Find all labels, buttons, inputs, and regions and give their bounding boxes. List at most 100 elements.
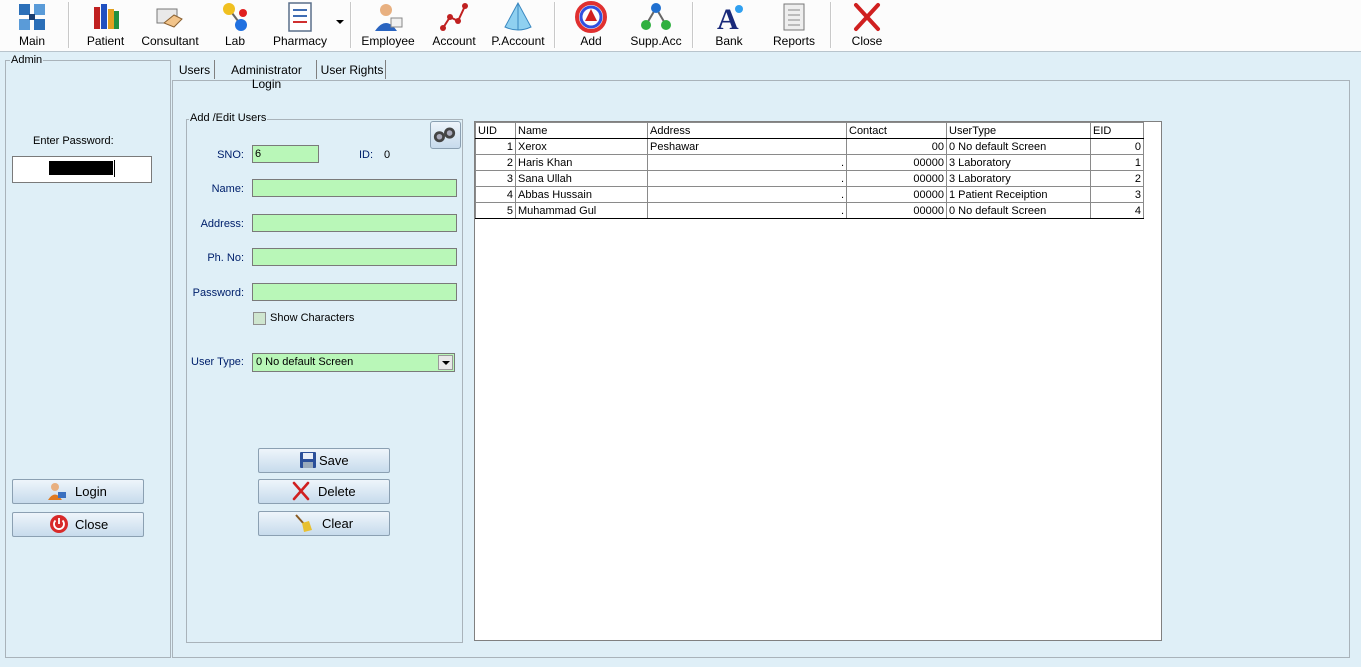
user-type-select[interactable]: 0 No default Screen xyxy=(252,353,455,372)
toolbar-employee-button[interactable]: Employee xyxy=(358,0,418,51)
tab-user-rights[interactable]: User Rights xyxy=(319,60,386,79)
cell-contact: 00000 xyxy=(846,154,947,171)
checklist-icon xyxy=(288,2,312,32)
toolbar-close-label: Close xyxy=(851,34,883,48)
toolbar-close-button[interactable]: Close xyxy=(842,0,892,51)
show-characters-checkbox[interactable] xyxy=(253,312,266,325)
column-header-uid[interactable]: UID xyxy=(475,122,516,139)
column-header-contact[interactable]: Contact xyxy=(846,122,947,139)
address-label: Address: xyxy=(200,218,244,230)
tab-user-rights-label: User Rights xyxy=(320,63,384,77)
cell-usertype: 0 No default Screen xyxy=(946,202,1091,219)
pharmacy-dropdown-arrow-icon[interactable] xyxy=(336,20,344,24)
table-row[interactable]: 2 Haris Khan . 00000 3 Laboratory 1 xyxy=(475,154,1144,171)
tab-administrator-login[interactable]: Administrator Login xyxy=(217,60,317,91)
cell-name: Muhammad Gul xyxy=(515,202,648,219)
toolbar-suppacc-button[interactable]: Supp.Acc xyxy=(626,0,686,51)
toolbar-add-label: Add xyxy=(580,34,602,48)
binoculars-icon xyxy=(433,127,456,143)
toolbar-separator xyxy=(692,2,694,48)
toolbar-bank-button[interactable]: A Bank xyxy=(704,0,754,51)
cell-address: . xyxy=(647,154,847,171)
toolbar-consultant-label: Consultant xyxy=(141,34,199,48)
id-value: 0 xyxy=(384,149,391,161)
toolbar-separator xyxy=(350,2,352,48)
table-row[interactable]: 4 Abbas Hussain . 00000 1 Patient Receip… xyxy=(475,186,1144,203)
cell-uid: 5 xyxy=(475,202,516,219)
table-row[interactable]: 3 Sana Ullah . 00000 3 Laboratory 2 xyxy=(475,170,1144,187)
font-a-icon: A xyxy=(717,3,743,33)
delete-button[interactable]: Delete xyxy=(258,479,390,504)
find-user-button[interactable] xyxy=(430,121,461,149)
cell-eid: 2 xyxy=(1090,170,1144,187)
toolbar-pharmacy-button[interactable]: Pharmacy xyxy=(268,0,332,51)
toolbar-account-label: Account xyxy=(432,34,476,48)
column-header-name[interactable]: Name xyxy=(515,122,648,139)
password-field[interactable] xyxy=(252,283,457,301)
pyramid-icon xyxy=(504,1,532,31)
graph-icon xyxy=(440,3,468,31)
table-row[interactable]: 5 Muhammad Gul . 00000 0 No default Scre… xyxy=(475,202,1144,219)
phone-field[interactable] xyxy=(252,248,457,266)
toolbar-separator xyxy=(554,2,556,48)
toolbar-lab-button[interactable]: Lab xyxy=(210,0,260,51)
cell-eid: 3 xyxy=(1090,186,1144,203)
column-header-address[interactable]: Address xyxy=(647,122,847,139)
delete-x-icon xyxy=(292,481,310,501)
cell-uid: 3 xyxy=(475,170,516,187)
cell-usertype: 3 Laboratory xyxy=(946,170,1091,187)
sno-field[interactable]: 6 xyxy=(252,145,319,163)
scroll-icon xyxy=(783,3,805,31)
admin-close-button[interactable]: Close xyxy=(12,512,144,537)
floppy-disk-icon xyxy=(300,452,316,468)
toolbar-main-label: Main xyxy=(18,34,45,48)
tab-users-label: Users xyxy=(178,63,211,77)
toolbar-reports-button[interactable]: Reports xyxy=(764,0,824,51)
cell-address: . xyxy=(647,186,847,203)
text-caret xyxy=(114,160,115,177)
name-label: Name: xyxy=(211,183,244,195)
clear-button[interactable]: Clear xyxy=(258,511,390,536)
tab-users[interactable]: Users xyxy=(175,60,215,79)
table-header-row: UID Name Address Contact UserType EID xyxy=(475,122,1144,139)
login-button[interactable]: Login xyxy=(12,479,144,504)
add-edit-users-caption: Add /Edit Users xyxy=(189,112,268,124)
users-table: UID Name Address Contact UserType EID 1 … xyxy=(475,122,1144,219)
employee-icon xyxy=(375,4,403,31)
enter-password-label: Enter Password: xyxy=(33,135,114,147)
cell-address: . xyxy=(647,202,847,219)
handshake-icon xyxy=(156,8,183,28)
toolbar-bank-label: Bank xyxy=(715,34,743,48)
toolbar-account-button[interactable]: Account xyxy=(426,0,482,51)
password-mask xyxy=(49,161,113,175)
toolbar-lab-label: Lab xyxy=(224,34,246,48)
toolbar-add-button[interactable]: Add xyxy=(566,0,616,51)
toolbar-patient-button[interactable]: Patient xyxy=(78,0,133,51)
network-icon xyxy=(641,3,671,30)
show-characters-label: Show Characters xyxy=(270,312,355,324)
address-field[interactable] xyxy=(252,214,457,232)
name-field[interactable] xyxy=(252,179,457,197)
column-header-eid[interactable]: EID xyxy=(1090,122,1144,139)
broom-icon xyxy=(295,514,312,532)
cell-name: Xerox xyxy=(515,138,648,155)
users-grid[interactable]: UID Name Address Contact UserType EID 1 … xyxy=(474,121,1162,641)
save-button[interactable]: Save xyxy=(258,448,390,473)
toolbar-patient-label: Patient xyxy=(86,34,125,48)
column-header-usertype[interactable]: UserType xyxy=(946,122,1091,139)
clear-label: Clear xyxy=(322,516,354,531)
delete-label: Delete xyxy=(318,484,356,499)
toolbar-main-button[interactable]: Main xyxy=(2,0,62,51)
chevron-down-icon[interactable] xyxy=(438,355,453,370)
close-label: Close xyxy=(75,517,109,532)
cell-eid: 1 xyxy=(1090,154,1144,171)
admin-password-input[interactable] xyxy=(12,156,152,183)
cell-contact: 00000 xyxy=(846,202,947,219)
toolbar-paccount-button[interactable]: P.Account xyxy=(488,0,548,51)
password-label: Password: xyxy=(192,287,244,299)
cell-name: Sana Ullah xyxy=(515,170,648,187)
cell-uid: 2 xyxy=(475,154,516,171)
cell-usertype: 1 Patient Receiption xyxy=(946,186,1091,203)
table-row[interactable]: 1 Xerox Peshawar 00 0 No default Screen … xyxy=(475,138,1144,155)
toolbar-consultant-button[interactable]: Consultant xyxy=(138,0,202,51)
